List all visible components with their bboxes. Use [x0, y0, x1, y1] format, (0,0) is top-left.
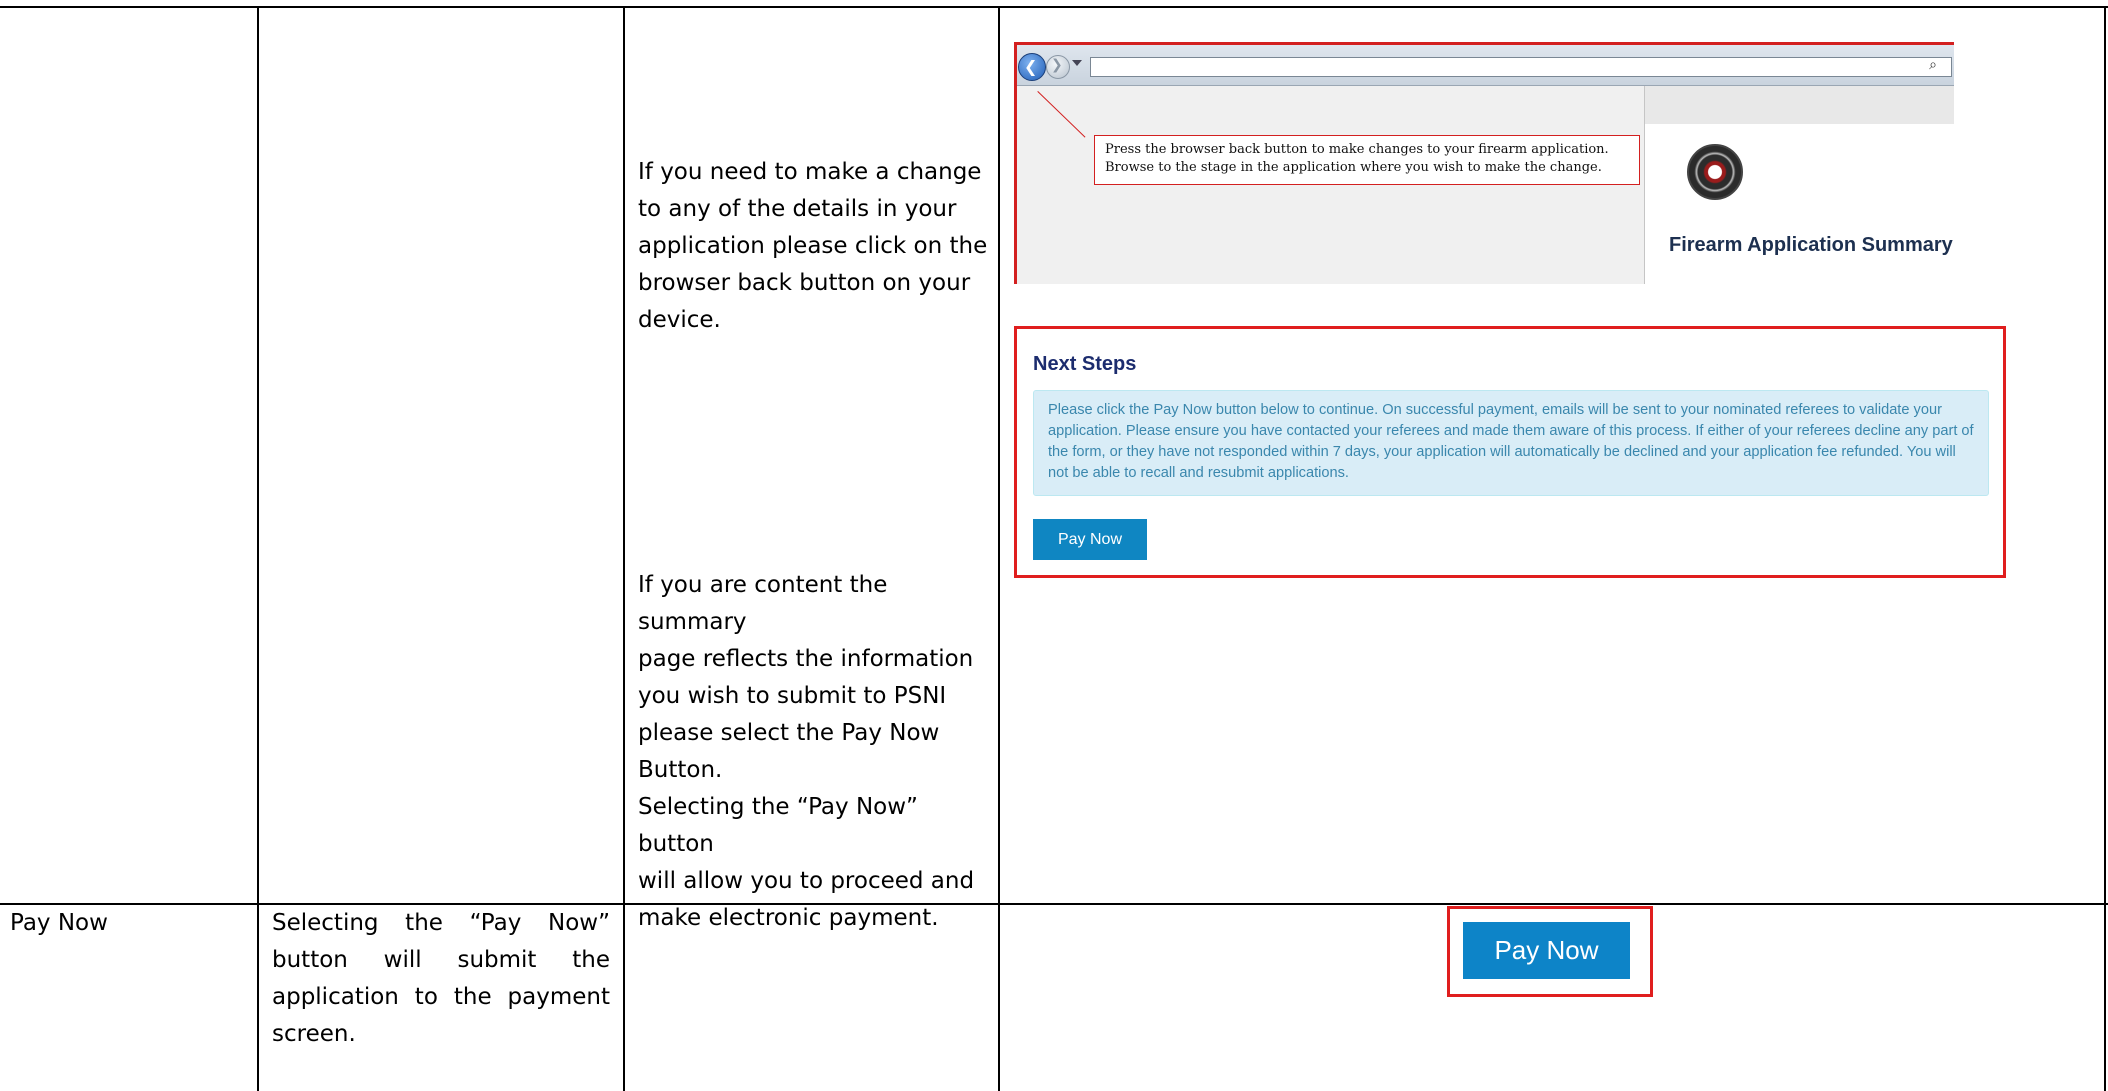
- pay-now-row-description: Selecting the “Pay Now” button will subm…: [272, 905, 610, 1053]
- highlight-border: [1014, 42, 1954, 45]
- callout-box: Press the browser back button to make ch…: [1094, 135, 1640, 185]
- summary-page-preview: Firearm Application Summary: [1644, 86, 1954, 284]
- search-icon[interactable]: ⌕: [1929, 57, 1937, 73]
- pay-now-row-label: Pay Now: [10, 910, 108, 936]
- table-top-border: [0, 6, 2108, 8]
- description-line: Selecting the “Pay Now”: [272, 910, 610, 936]
- forward-arrow-icon: ❯: [1051, 57, 1063, 73]
- instruction-line: device.: [638, 307, 721, 333]
- browser-back-button[interactable]: ❮: [1018, 53, 1046, 81]
- next-steps-info-text: Please click the Pay Now button below to…: [1048, 402, 1974, 481]
- description-line: application to the payment: [272, 984, 610, 1010]
- description-line: button will submit the: [272, 947, 610, 973]
- callout-text: Press the browser back button to make ch…: [1105, 141, 1609, 177]
- page-title: Firearm Application Summary: [1669, 234, 1953, 256]
- content-summary-instruction: If you are content the summary page refl…: [638, 567, 988, 937]
- callout-pointer-line: [1037, 91, 1086, 138]
- instruction-line: application please click on the: [638, 233, 988, 259]
- browser-screenshot: ❮ ❯ ⌕ Firearm Application Summary Press …: [1014, 42, 1954, 284]
- table-column-divider: [998, 7, 1000, 1091]
- callout-line: Press the browser back button to make ch…: [1105, 142, 1609, 157]
- back-arrow-icon: ❮: [1024, 57, 1038, 76]
- instruction-line: please select the Pay Now: [638, 720, 940, 746]
- instruction-line: browser back button on your: [638, 270, 971, 296]
- instruction-line: If you are content the summary: [638, 572, 888, 635]
- instruction-line: to any of the details in your: [638, 196, 957, 222]
- table-right-border: [2104, 7, 2106, 1091]
- pay-now-highlight: Pay Now: [1447, 906, 1653, 997]
- next-steps-info-box: Please click the Pay Now button below to…: [1033, 390, 1989, 496]
- history-dropdown-icon[interactable]: [1072, 60, 1082, 66]
- crest-icon: [1687, 144, 1743, 200]
- pay-now-button[interactable]: Pay Now: [1033, 519, 1147, 560]
- next-steps-panel: Next Steps Please click the Pay Now butt…: [1014, 326, 2006, 578]
- instruction-line: Button.: [638, 757, 723, 783]
- instruction-line: make electronic payment.: [638, 905, 939, 931]
- instruction-line: you wish to submit to PSNI: [638, 683, 947, 709]
- highlight-border: [1014, 42, 1017, 284]
- change-details-instruction: If you need to make a change to any of t…: [638, 154, 988, 339]
- instruction-line: If you need to make a change: [638, 159, 982, 185]
- address-bar[interactable]: ⌕: [1090, 57, 1952, 77]
- instruction-line: page reflects the information: [638, 646, 974, 672]
- table-column-divider: [623, 7, 625, 1091]
- table-column-divider: [257, 7, 259, 1091]
- instruction-line: will allow you to proceed and: [638, 868, 975, 894]
- pay-now-button-large[interactable]: Pay Now: [1463, 922, 1630, 979]
- browser-forward-button[interactable]: ❯: [1046, 55, 1070, 79]
- page-header-strip: [1645, 86, 1954, 124]
- instruction-line: Selecting the “Pay Now” button: [638, 794, 918, 857]
- browser-toolbar: ❮ ❯ ⌕: [1014, 45, 1954, 86]
- callout-line: Browse to the stage in the application w…: [1105, 160, 1602, 175]
- description-line: screen.: [272, 1021, 356, 1047]
- next-steps-title: Next Steps: [1033, 353, 1137, 375]
